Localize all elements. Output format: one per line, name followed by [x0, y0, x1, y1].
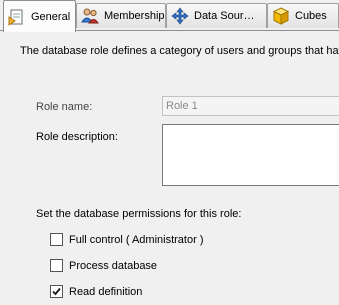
cube-icon [272, 7, 290, 25]
general-page: The database role defines a category of … [0, 30, 339, 305]
general-page-icon [8, 9, 23, 26]
role-description-field[interactable] [162, 124, 339, 186]
role-name-label: Role name: [36, 101, 93, 113]
tab-cubes[interactable]: Cubes [267, 3, 339, 28]
intro-text: The database role defines a category of … [20, 45, 339, 57]
full-control-option[interactable]: Full control ( Administrator ) [50, 233, 203, 246]
tab-strip: General Membership Data Sour… Cubes [0, 0, 339, 32]
tab-data-sources[interactable]: Data Sour… [166, 3, 267, 28]
data-sources-icon [171, 7, 189, 25]
tab-membership-label: Membership [104, 10, 165, 22]
tab-general-label: General [31, 10, 71, 23]
checkmark-icon [52, 287, 61, 296]
role-description-label: Role description: [36, 131, 118, 143]
users-icon [81, 8, 99, 24]
tab-membership[interactable]: Membership [76, 3, 166, 28]
tab-data-sources-label: Data Sour… [194, 10, 255, 22]
process-database-option[interactable]: Process database [50, 259, 157, 272]
process-database-label: Process database [69, 259, 158, 272]
permissions-heading: Set the database permissions for this ro… [36, 208, 242, 220]
tab-general[interactable]: General [3, 0, 76, 32]
read-definition-option[interactable]: Read definition [50, 285, 142, 298]
full-control-checkbox[interactable] [50, 233, 63, 246]
process-database-checkbox[interactable] [50, 259, 63, 272]
role-name-field[interactable]: Role 1 [162, 96, 339, 116]
read-definition-label: Read definition [69, 285, 143, 298]
read-definition-checkbox[interactable] [50, 285, 63, 298]
tab-cubes-label: Cubes [295, 10, 327, 22]
full-control-label: Full control ( Administrator ) [69, 233, 204, 246]
